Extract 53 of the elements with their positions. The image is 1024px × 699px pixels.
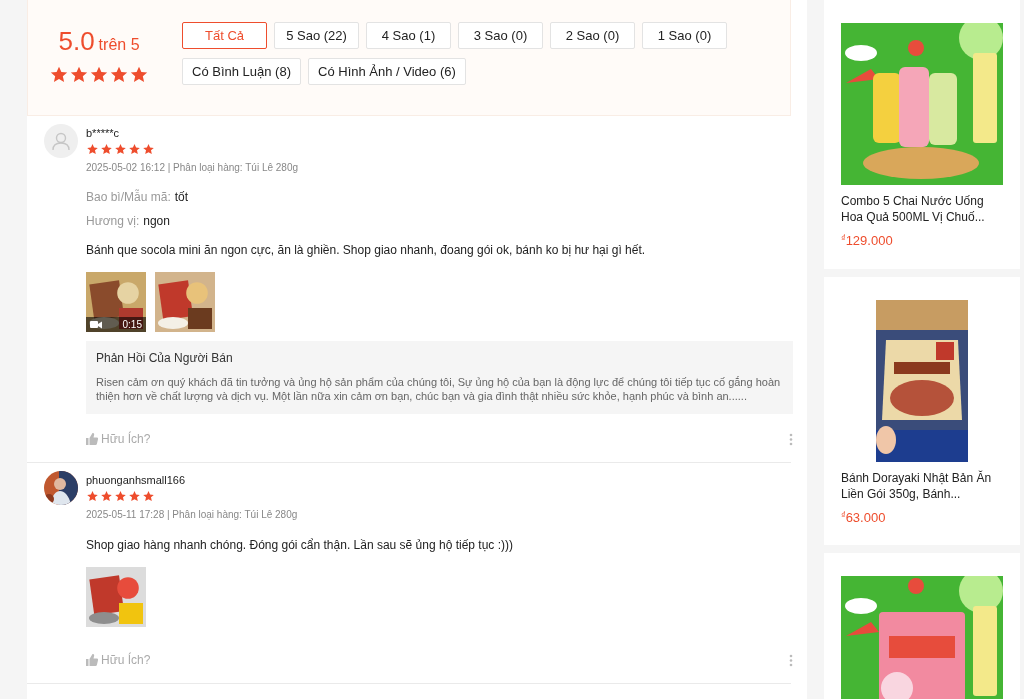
star-icon: [100, 143, 113, 156]
more-options-icon: [789, 432, 793, 446]
star-icon: [128, 143, 141, 156]
star-icon: [86, 490, 99, 503]
more-options-icon: [789, 653, 793, 667]
product-price: 129.000: [845, 232, 893, 250]
product-card[interactable]: Bánh Dorayaki Nhật Bản Ăn Liền Gói 350g, Bánh... ₫63.000: [824, 276, 1020, 545]
product-price: 63.000: [845, 508, 886, 527]
star-icon: [128, 490, 141, 503]
star-icon: [49, 65, 69, 85]
reviewer-name: phuonganhsmall166: [86, 473, 187, 487]
review-meta: 2025-05-11 17:28 | Phân loại hàng: Túi Lê 280g: [86, 508, 299, 522]
review-comment: Shop giao hàng nhanh chóng. Đóng gói cẩn thận. Lần sau sẽ ủng hộ tiếp tục :))): [86, 537, 514, 554]
filter-button[interactable]: 5 Sao (22): [274, 22, 359, 49]
filter-button[interactable]: 4 Sao (1): [366, 22, 451, 49]
rating-scale: trên 5: [98, 35, 140, 55]
user-icon: [52, 131, 70, 151]
product-name: Combo 5 Chai Nước Uống Hoa Quả 500ML Vị Chuố...: [841, 193, 986, 225]
star-icon: [129, 65, 149, 85]
star-icon: [109, 65, 129, 85]
video-camera-icon: [90, 320, 102, 329]
filter-button[interactable]: 1 Sao (0): [642, 22, 727, 49]
star-icon: [89, 65, 109, 85]
attribute-label: Hương vị:: [86, 213, 140, 230]
product-name: Bánh Dorayaki Nhật Bản Ăn Liền Gói 350g, Bánh...: [841, 469, 993, 502]
star-icon: [100, 490, 113, 503]
attribute-label: Bao bì/Mẫu mã:: [86, 188, 171, 206]
reviewer-name: b*****c: [86, 126, 121, 140]
star-icon: [114, 490, 127, 503]
video-duration: 0:15: [122, 318, 142, 332]
filter-button[interactable]: 2 Sao (0): [550, 22, 635, 49]
thumbs-up-icon: [86, 433, 98, 445]
thumbs-up-icon: [86, 654, 98, 666]
review-meta: 2025-05-02 16:12 | Phân loại hàng: Túi Lê 280g: [86, 161, 300, 175]
star-icon: [69, 65, 89, 85]
reply-text: Risen cảm ơn quý khách đã tin tưởng và ủng hộ sản phẩm của chúng tôi, Sự ủng hộ của bạn là động lực để chúng tôi tiếp tục cố gắng hoàn thiện hơn về chất lượng và dịch vụ. Một lần nữa xin cảm ơn bạn, chúc bạn và gia đình thật nhiều sức khỏe, hạnh phúc và bình an......: [96, 375, 782, 403]
currency-symbol: ₫: [841, 508, 846, 520]
currency-symbol: ₫: [841, 232, 846, 245]
product-card[interactable]: [824, 553, 1020, 699]
star-icon: [142, 143, 155, 156]
attribute-value: ngon: [143, 213, 170, 230]
filter-button[interactable]: Có Hình Ảnh / Video (6): [308, 58, 466, 85]
filter-button[interactable]: 3 Sao (0): [458, 22, 543, 49]
star-icon: [86, 143, 99, 156]
star-icon: [114, 143, 127, 156]
reply-title: Phản Hồi Của Người Bán: [96, 350, 234, 367]
rating-score: 5.0: [58, 25, 95, 58]
product-card[interactable]: Combo 5 Chai Nước Uống Hoa Quả 500ML Vị Chuố... ₫129.000: [824, 0, 1020, 269]
filter-button[interactable]: Tất Cả: [182, 22, 267, 49]
filter-button[interactable]: Có Bình Luận (8): [182, 58, 301, 85]
review-comment: Bánh que socola mini ăn ngon cực, ăn là ghiền. Shop giao nhanh, đoang gói ok, bánh ko bị hư hại gì hết.: [86, 242, 647, 259]
star-icon: [142, 490, 155, 503]
attribute-value: tốt: [174, 189, 189, 206]
